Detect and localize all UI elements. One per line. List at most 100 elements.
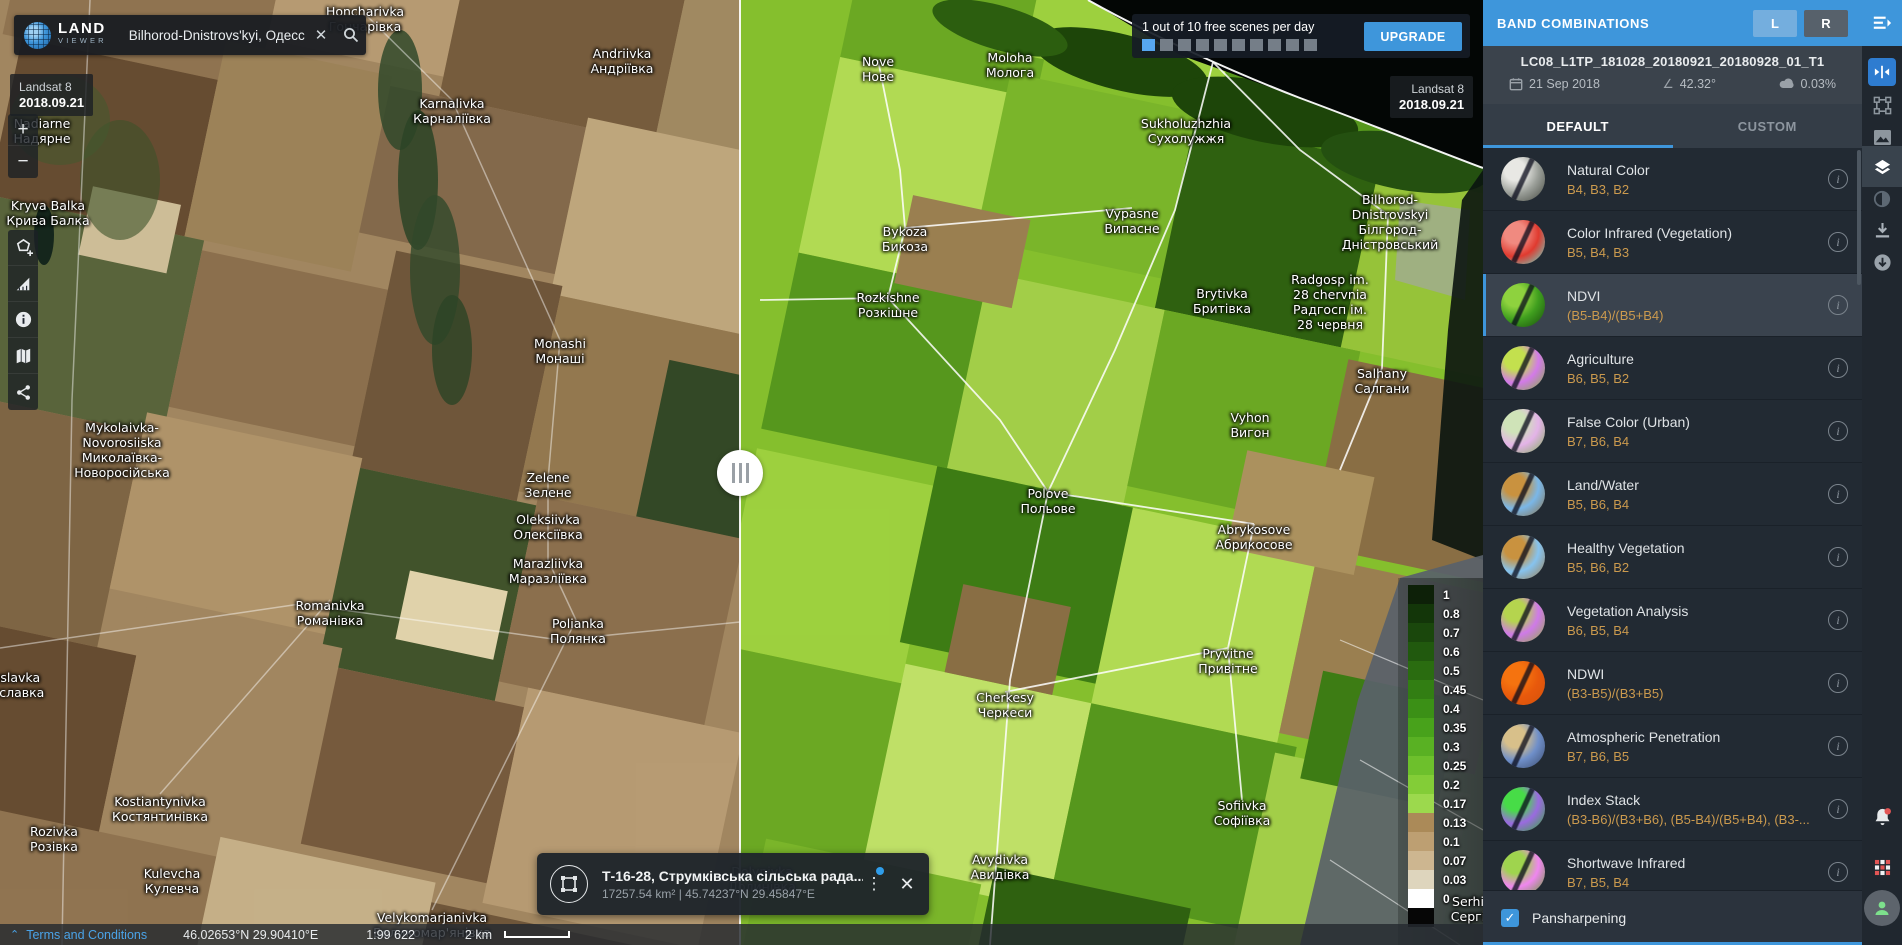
band-info-icon[interactable]: i [1828, 862, 1848, 882]
clear-search-icon[interactable]: ✕ [306, 15, 336, 55]
band-row-index-stack[interactable]: Index Stack(B3-B6)/(B3+B6), (B5-B4)/(B5+… [1483, 778, 1862, 841]
band-row-ndvi[interactable]: NDVI(B5-B4)/(B5+B4)i [1483, 274, 1862, 337]
place-label: OleksiivkaОлексіївка [513, 512, 582, 542]
search-icon[interactable] [336, 15, 366, 55]
place-label: CherkesyЧеркеси [976, 690, 1034, 720]
band-name: NDVI [1567, 288, 1828, 304]
draw-aoi-icon[interactable] [8, 230, 38, 266]
band-info-icon[interactable]: i [1828, 358, 1848, 378]
quota-square-free [1178, 39, 1191, 51]
band-row-natural-color[interactable]: Natural Color B4, B3, B2i [1483, 148, 1862, 211]
band-thumbnail [1501, 157, 1545, 201]
place-label: Bilhorod-DnistrovskyiБілгород-Дністровсь… [1342, 192, 1439, 252]
band-info-icon[interactable]: i [1828, 295, 1848, 315]
band-formula: B5, B6, B4 [1567, 497, 1828, 512]
zoom-out-button[interactable]: − [8, 146, 38, 178]
band-name: Natural Color [1567, 162, 1828, 178]
map-canvas[interactable]: HoncharivkaГончарівкаAndriivkaАндріївкаK… [0, 0, 1483, 945]
band-info-icon[interactable]: i [1828, 421, 1848, 441]
upgrade-button[interactable]: UPGRADE [1364, 22, 1462, 51]
band-formula: B7, B6, B5 [1567, 749, 1828, 764]
scale-bar [504, 931, 570, 938]
contrast-button[interactable] [1862, 182, 1902, 216]
band-combinations-button[interactable] [1862, 150, 1902, 184]
band-thumbnail [1501, 598, 1545, 642]
band-info-icon[interactable]: i [1828, 799, 1848, 819]
band-thumbnail [1501, 787, 1545, 831]
band-info-icon[interactable]: i [1828, 673, 1848, 693]
place-label: PoliankaПолянка [550, 616, 606, 646]
image-view-button[interactable] [1862, 120, 1902, 154]
terms-link[interactable]: ⌃ Terms and Conditions [10, 928, 147, 942]
band-info-icon[interactable]: i [1828, 610, 1848, 630]
quota-square-free [1214, 39, 1227, 51]
band-info-icon[interactable]: i [1828, 169, 1848, 189]
panel-title: BAND COMBINATIONS [1497, 16, 1753, 31]
band-row-healthy-vegetation[interactable]: Healthy VegetationB5, B6, B2i [1483, 526, 1862, 589]
split-view-button[interactable] [1862, 55, 1902, 89]
crop-aoi-button[interactable] [1862, 88, 1902, 122]
band-row-atmospheric-penetration[interactable]: Atmospheric PenetrationB7, B6, B5i [1483, 715, 1862, 778]
aoi-close-icon[interactable]: ✕ [885, 874, 929, 895]
tab-default[interactable]: DEFAULT [1483, 104, 1673, 148]
legend-entry: 0.1 [1408, 832, 1466, 851]
apply-right-button[interactable]: R [1804, 10, 1848, 37]
basemap-icon[interactable] [8, 338, 38, 374]
download-button[interactable] [1862, 213, 1902, 247]
save-scene-button[interactable] [1862, 245, 1902, 279]
band-info-icon[interactable]: i [1828, 547, 1848, 567]
quota-square-free [1232, 39, 1245, 51]
band-formula: (B3-B5)/(B3+B5) [1567, 686, 1828, 701]
scrollbar-thumb[interactable] [1857, 150, 1861, 285]
aoi-shape-icon[interactable] [550, 865, 588, 903]
user-avatar[interactable] [1864, 890, 1900, 926]
landviewer-logo[interactable]: LAND VIEWER [14, 22, 117, 49]
place-label: SalhanyСалгани [1355, 366, 1410, 396]
legend-entry: 1 [1408, 585, 1466, 604]
aoi-menu-icon[interactable]: ⋮ [863, 874, 885, 894]
band-thumbnail [1501, 724, 1545, 768]
quota-square-free [1286, 39, 1299, 51]
scene-list-toggle[interactable] [1862, 0, 1902, 46]
band-row-false-color-urban-[interactable]: False Color (Urban)B7, B6, B4i [1483, 400, 1862, 463]
band-row-agriculture[interactable]: AgricultureB6, B5, B2i [1483, 337, 1862, 400]
band-info-icon[interactable]: i [1828, 232, 1848, 252]
band-formula: B4, B3, B2 [1567, 182, 1828, 197]
zoom-in-button[interactable]: + [8, 114, 38, 146]
logo-text-viewer: VIEWER [58, 35, 107, 47]
place-label: PryvitneПривітне [1198, 646, 1257, 676]
right-icon-strip [1862, 0, 1902, 945]
calendar-icon [1509, 77, 1523, 91]
pansharpening-checkbox[interactable]: ✓ [1501, 909, 1519, 927]
band-name: NDWI [1567, 666, 1828, 682]
band-row-ndwi[interactable]: NDWI (B3-B5)/(B3+B5)i [1483, 652, 1862, 715]
notifications-button[interactable] [1862, 800, 1902, 834]
place-label: KarnalivkaКарналіївка [413, 96, 491, 126]
tab-custom[interactable]: CUSTOM [1673, 104, 1863, 148]
band-row-shortwave-infrared[interactable]: Shortwave InfraredB7, B5, B4i [1483, 841, 1862, 890]
apps-grid-button[interactable] [1862, 850, 1902, 884]
band-row-vegetation-analysis[interactable]: Vegetation AnalysisB6, B5, B4i [1483, 589, 1862, 652]
place-label: AvydivkaАвидівка [971, 852, 1030, 882]
band-info-icon[interactable]: i [1828, 484, 1848, 504]
band-row-color-infrared-vegetation-[interactable]: Color Infrared (Vegetation)B5, B4, B3i [1483, 211, 1862, 274]
place-label: NoveНове [862, 54, 894, 84]
legend-entry: 0.17 [1408, 794, 1466, 813]
band-formula: B7, B6, B4 [1567, 434, 1828, 449]
split-divider-handle[interactable] [717, 450, 763, 496]
aoi-area-coords: 17257.54 km² | 45.74237°N 29.45847°E [602, 887, 863, 901]
share-icon[interactable] [8, 374, 38, 410]
cloud-icon [1779, 77, 1795, 90]
band-row-land-water[interactable]: Land/WaterB5, B6, B4i [1483, 463, 1862, 526]
place-label: AndriivkaАндріївка [591, 46, 654, 76]
apply-left-button[interactable]: L [1753, 10, 1797, 37]
place-label: RozivkaРозівка [30, 824, 78, 854]
band-thumbnail [1501, 850, 1545, 890]
band-info-icon[interactable]: i [1828, 736, 1848, 756]
info-tool-icon[interactable] [8, 302, 38, 338]
search-input[interactable] [117, 28, 306, 43]
measure-icon[interactable] [8, 266, 38, 302]
sun-elevation: ∠ 42.32° [1662, 76, 1716, 91]
map-scale-ratio: 1:99 622 [366, 928, 415, 942]
quota-square-free [1268, 39, 1281, 51]
